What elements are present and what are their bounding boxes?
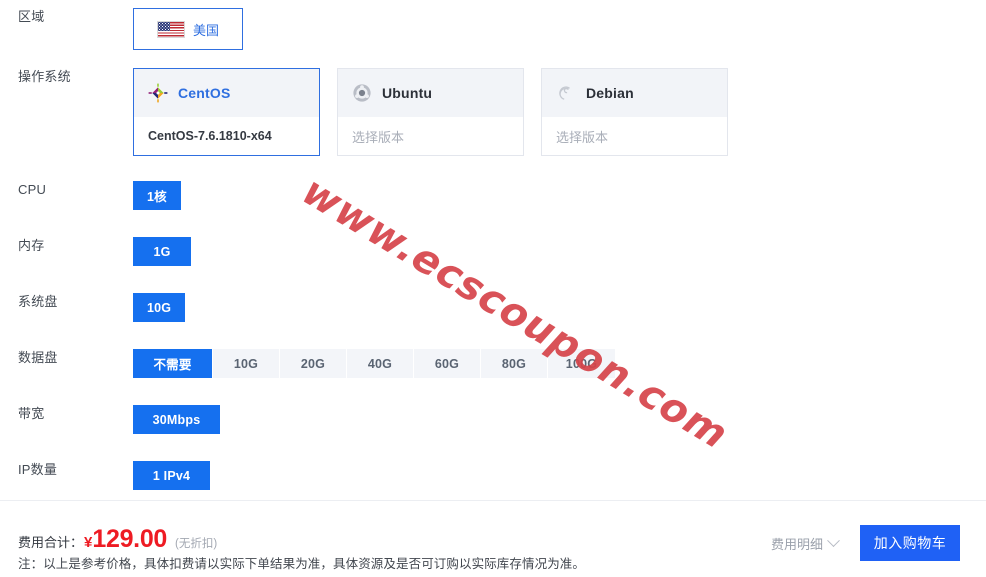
row-label-ip-count: IP数量 bbox=[18, 462, 58, 477]
os-card-centos[interactable]: CentOS CentOS-7.6.1810-x64 bbox=[133, 68, 320, 156]
order-fine-print: 注：以上是参考价格，具体扣费请以实际下单结果为准，具体资源及是否可订购以实际库存… bbox=[18, 557, 586, 571]
row-label-system-disk: 系统盘 bbox=[18, 294, 58, 309]
os-card-name: Debian bbox=[586, 85, 634, 101]
centos-logo-icon bbox=[148, 83, 168, 103]
data-disk-option-6[interactable]: 100G bbox=[548, 349, 615, 378]
config-row-cpu: CPU 1核 bbox=[0, 181, 181, 210]
chevron-down-icon bbox=[827, 533, 840, 547]
data-disk-option-1[interactable]: 10G bbox=[213, 349, 280, 378]
config-row-os: 操作系统 CentOS CentOS-7.6.1810-x64 Ubuntu 选… bbox=[0, 68, 728, 156]
cpu-option-0[interactable]: 1核 bbox=[133, 181, 181, 210]
bandwidth-option-0[interactable]: 30Mbps bbox=[133, 405, 220, 434]
config-row-ip-count: IP数量 1 IPv4 bbox=[0, 461, 210, 490]
data-disk-option-4[interactable]: 60G bbox=[414, 349, 481, 378]
total-price-amount: 129.00 bbox=[92, 525, 168, 553]
debian-logo-icon bbox=[556, 83, 576, 103]
order-footer: 费用合计： ¥ 129.00 (无折扣) 注：以上是参考价格，具体扣费请以实际下… bbox=[0, 500, 986, 577]
os-card-header: CentOS bbox=[134, 69, 319, 117]
row-label-memory: 内存 bbox=[18, 238, 45, 253]
os-version-select[interactable]: 选择版本 bbox=[338, 117, 523, 155]
data-disk-option-3[interactable]: 40G bbox=[347, 349, 414, 378]
ip-count-option-0[interactable]: 1 IPv4 bbox=[133, 461, 210, 490]
config-row-memory: 内存 1G bbox=[0, 237, 191, 266]
discount-note: (无折扣) bbox=[175, 538, 218, 550]
region-option-us[interactable]: 美国 bbox=[133, 8, 243, 50]
config-row-data-disk: 数据盘 不需要 10G 20G 40G 60G 80G 100G bbox=[0, 349, 615, 378]
row-label-cpu: CPU bbox=[18, 182, 47, 197]
os-card-header: Debian bbox=[542, 69, 727, 117]
data-disk-options: 不需要 10G 20G 40G 60G 80G 100G bbox=[133, 349, 615, 378]
os-card-header: Ubuntu bbox=[338, 69, 523, 117]
bandwidth-options: 30Mbps bbox=[133, 405, 220, 434]
system-disk-option-0[interactable]: 10G bbox=[133, 293, 186, 322]
region-options: 美国 bbox=[133, 8, 243, 50]
ubuntu-logo-icon bbox=[352, 83, 372, 103]
region-option-label: 美国 bbox=[192, 22, 219, 38]
system-disk-options: 10G bbox=[133, 293, 186, 322]
ip-count-options: 1 IPv4 bbox=[133, 461, 210, 490]
config-rows: 区域 美国 操作系统 CentOS CentOS-7.6.1810-x64 Ub… bbox=[0, 0, 986, 500]
os-version-value[interactable]: CentOS-7.6.1810-x64 bbox=[134, 117, 319, 155]
cpu-options: 1核 bbox=[133, 181, 181, 210]
currency-symbol: ¥ bbox=[84, 534, 93, 551]
os-version-select[interactable]: 选择版本 bbox=[542, 117, 727, 155]
footer-actions: 费用明细 加入购物车 bbox=[771, 525, 960, 561]
data-disk-option-2[interactable]: 20G bbox=[280, 349, 347, 378]
config-row-system-disk: 系统盘 10G bbox=[0, 293, 186, 322]
cost-detail-toggle[interactable]: 费用明细 bbox=[770, 533, 840, 553]
os-card-name: CentOS bbox=[178, 85, 231, 101]
us-flag-icon bbox=[156, 20, 185, 38]
row-label-region: 区域 bbox=[18, 9, 45, 24]
os-card-list: CentOS CentOS-7.6.1810-x64 Ubuntu 选择版本 D… bbox=[133, 68, 728, 156]
os-card-debian[interactable]: Debian 选择版本 bbox=[541, 68, 728, 156]
total-price-line: 费用合计： ¥ 129.00 (无折扣) bbox=[18, 527, 217, 552]
config-row-region: 区域 美国 bbox=[0, 8, 243, 50]
data-disk-option-0[interactable]: 不需要 bbox=[133, 349, 213, 378]
total-price-label: 费用合计： bbox=[18, 535, 84, 550]
cost-detail-label: 费用明细 bbox=[770, 536, 823, 552]
os-card-ubuntu[interactable]: Ubuntu 选择版本 bbox=[337, 68, 524, 156]
os-card-name: Ubuntu bbox=[382, 85, 433, 101]
memory-options: 1G bbox=[133, 237, 191, 266]
add-to-cart-button[interactable]: 加入购物车 bbox=[860, 525, 960, 561]
row-label-os: 操作系统 bbox=[18, 69, 71, 84]
instance-config-page: 区域 美国 操作系统 CentOS CentOS-7.6.1810-x64 Ub… bbox=[0, 0, 986, 577]
row-label-bandwidth: 带宽 bbox=[18, 406, 45, 421]
row-label-data-disk: 数据盘 bbox=[18, 350, 58, 365]
memory-option-0[interactable]: 1G bbox=[133, 237, 191, 266]
data-disk-option-5[interactable]: 80G bbox=[481, 349, 548, 378]
config-row-bandwidth: 带宽 30Mbps bbox=[0, 405, 220, 434]
